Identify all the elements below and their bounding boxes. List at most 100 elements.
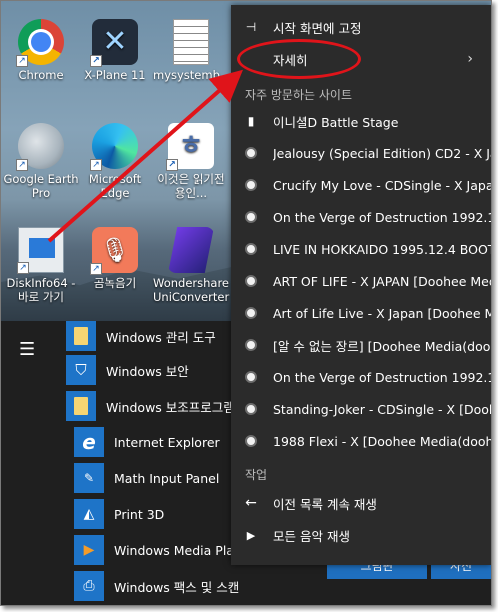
app-internet-explorer[interactable]: e Internet Explorer [74,427,220,457]
google-earth-icon: ↗ [16,123,64,171]
shortcut-arrow-icon: ↗ [90,159,102,171]
shortcut-arrow-icon: ↗ [17,262,29,274]
desktop-icon-label: Wondershare UniConverter [153,276,230,304]
pin-to-start-item[interactable]: ⊣ 시작 화면에 고정 [231,11,491,43]
site-label: LIVE IN HOKKAIDO 1995.12.4 BOOTLEG [273,241,491,257]
shortcut-arrow-icon: ↗ [166,159,178,171]
pin-icon: ⊣ [245,20,257,34]
shortcut-arrow-icon: ↗ [90,263,102,275]
site-label: [알 수 없는 장르] [Doohee Media(doohee)] [273,338,491,354]
desktop-icon-chrome[interactable]: ↗ Chrome [3,19,79,82]
app-label: Windows 팩스 및 스캔 [114,579,240,595]
globe-icon [243,209,259,225]
app-print-3d[interactable]: ◭ Print 3D [74,499,164,529]
shield-icon: ⛉ [66,355,96,385]
site-item[interactable]: On the Verge of Destruction 1992.1.7 [231,201,491,233]
app-label: Internet Explorer [114,434,220,450]
folder-icon [66,321,96,351]
folder-icon [66,391,96,421]
internet-explorer-icon: e [74,427,104,457]
site-label: Standing-Joker - CDSingle - X [Doohee] [273,401,491,417]
site-label: Crucify My Love - CDSingle - X Japan [273,177,491,193]
site-item[interactable]: ART OF LIFE - X JAPAN [Doohee Media] [231,265,491,297]
frequent-sites-header: 자주 방문하는 사이트 [245,88,352,102]
math-input-icon: ✎ [74,463,104,493]
play-icon: ▶ [246,528,256,542]
globe-icon [243,305,259,321]
desktop-icon-diskinfo[interactable]: ↗ DiskInfo64 - 바로 가기 [3,227,79,304]
site-item[interactable]: ▮ 이니셜D Battle Stage [231,105,491,137]
app-windows-admin-tools[interactable]: Windows 관리 도구 [66,321,216,351]
desktop-icon-label: Google Earth Pro [3,172,79,200]
desktop-icon-edge[interactable]: ↗ Microsoft Edge [77,123,153,200]
page-icon: ▮ [247,114,255,128]
app-windows-security[interactable]: ⛉ Windows 보안 [66,355,189,385]
desktop-icon-label: 이것은 읽기전용인... [157,172,225,200]
globe-icon [243,369,259,385]
app-label: Print 3D [114,506,165,522]
site-item[interactable]: [알 수 없는 장르] [Doohee Media(doohee)] [231,329,491,361]
diskinfo-icon: ↗ [17,227,64,274]
task-label: 모든 음악 재생 [273,528,350,544]
site-label: On the Verge of Destruction 1992.1.7 [273,209,491,225]
site-label: 1988 Flexi - X [Doohee Media(doohee)] [273,433,491,449]
site-item[interactable]: Standing-Joker - CDSingle - X [Doohee] [231,393,491,425]
desktop-icon-label: Microsoft Edge [88,172,142,200]
app-label: Windows 보안 [106,363,189,379]
site-item[interactable]: On the Verge of Destruction 1992.1.7 [231,361,491,393]
app-math-input-panel[interactable]: ✎ Math Input Panel [74,463,219,493]
site-label: ART OF LIFE - X JAPAN [Doohee Media] [273,273,491,289]
task-play-all-item[interactable]: ▶ 모든 음악 재생 [231,519,491,551]
pin-label: 시작 화면에 고정 [273,20,362,36]
file-icon [173,19,209,65]
desktop-icon-label: mysystemb... [153,68,231,82]
globe-icon [243,433,259,449]
globe-icon [243,401,259,417]
chrome-icon: ↗ [16,19,64,67]
app-windows-accessories[interactable]: Windows 보조프로그램 [66,391,235,421]
fax-scan-icon: ⎙ [74,571,104,601]
site-label: On the Verge of Destruction 1992.1.7 [273,369,491,385]
site-label: 이니셜D Battle Stage [273,114,399,130]
shortcut-arrow-icon: ↗ [16,55,28,67]
app-label: Windows 관리 도구 [106,329,216,345]
screenshot-frame: ↗ Chrome ✕ ↗ X-Plane 11 mysystemb... ↗ Go… [0,0,492,606]
annotation-ellipse [237,39,361,79]
globe-icon [243,273,259,289]
app-windows-media-player[interactable]: ▶ Windows Media Player [74,535,254,565]
site-label: Jealousy (Special Edition) CD2 - X Japan [273,145,491,161]
desktop-icon-xplane[interactable]: ✕ ↗ X-Plane 11 [77,19,153,82]
edge-icon: ↗ [90,123,138,171]
globe-icon [243,241,259,257]
site-item[interactable]: Art of Life Live - X Japan [Doohee Media… [231,297,491,329]
globe-icon [243,177,259,193]
globe-icon [243,145,259,161]
media-player-icon: ▶ [74,535,104,565]
globe-icon [243,337,259,353]
task-resume-item[interactable]: ← 이전 목록 계속 재생 [231,487,491,519]
jump-list-menu: ⊣ 시작 화면에 고정 자세히 › 자주 방문하는 사이트 ▮ 이니셜D Bat… [231,5,491,565]
desktop-icon-label: Chrome [18,68,64,82]
wondershare-icon [168,227,214,273]
desktop-icon-hangul-doc[interactable]: ㅎ ↗ 이것은 읽기전용인... [153,123,229,200]
desktop-icon-label: DiskInfo64 - 바로 가기 [6,276,76,304]
tasks-header: 작업 [245,468,268,482]
site-item[interactable]: Jealousy (Special Edition) CD2 - X Japan [231,137,491,169]
site-item[interactable]: LIVE IN HOKKAIDO 1995.12.4 BOOTLEG [231,233,491,265]
desktop-icon-label: 곰녹음기 [93,276,137,290]
desktop-icon-label: X-Plane 11 [84,68,146,82]
hamburger-menu-icon[interactable]: ☰ [19,341,35,359]
desktop-icon-gomrecorder[interactable]: 🎙 ↗ 곰녹음기 [77,227,153,290]
app-windows-fax-scan[interactable]: ⎙ Windows 팩스 및 스캔 [74,571,239,601]
desktop-icon-mysystem[interactable]: mysystemb... [153,19,231,82]
print3d-icon: ◭ [74,499,104,529]
desktop-icon-google-earth[interactable]: ↗ Google Earth Pro [3,123,79,200]
site-label: Art of Life Live - X Japan [Doohee Media… [273,305,491,321]
chevron-right-icon: › [467,51,473,67]
site-item[interactable]: Crucify My Love - CDSingle - X Japan [231,169,491,201]
site-item[interactable]: 1988 Flexi - X [Doohee Media(doohee)] [231,425,491,457]
hangul-doc-icon: ㅎ ↗ [166,123,214,171]
desktop-icon-wondershare[interactable]: Wondershare UniConverter [153,227,229,304]
microphone-icon: 🎙 ↗ [90,227,138,275]
app-label: Windows 보조프로그램 [106,399,235,415]
